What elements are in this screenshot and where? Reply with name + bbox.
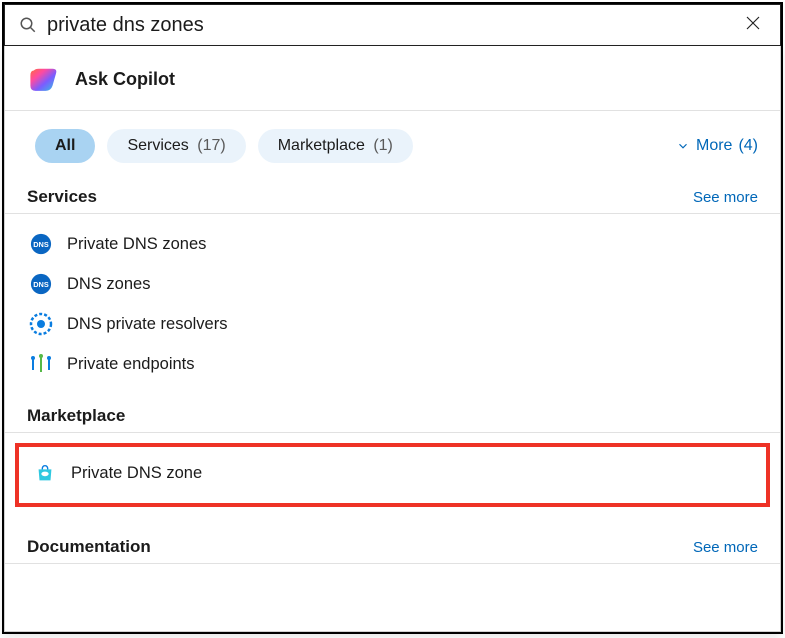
result-private-dns-zone-marketplace[interactable]: Private DNS zone <box>19 453 766 493</box>
filter-pill-all[interactable]: All <box>35 129 95 163</box>
dns-zone-icon: DNS <box>29 272 53 296</box>
copilot-label: Ask Copilot <box>75 69 175 90</box>
section-title: Services <box>27 187 693 207</box>
result-dns-zones[interactable]: DNS DNS zones <box>5 264 780 304</box>
search-dropdown: Ask Copilot All Services (17) Marketplac… <box>4 46 781 632</box>
result-label: DNS zones <box>67 275 150 294</box>
chevron-down-icon <box>676 139 690 153</box>
search-icon <box>19 16 37 34</box>
result-dns-private-resolvers[interactable]: DNS private resolvers <box>5 304 780 344</box>
dns-zone-icon: DNS <box>29 232 53 256</box>
result-private-endpoints[interactable]: Private endpoints <box>5 344 780 384</box>
search-input[interactable] <box>47 12 730 39</box>
filter-more-link[interactable]: More (4) <box>676 137 758 155</box>
filter-pill-services[interactable]: Services (17) <box>107 129 245 163</box>
section-heading: Services See more <box>5 187 780 214</box>
svg-text:DNS: DNS <box>33 280 49 289</box>
search-bar <box>4 4 781 46</box>
private-endpoint-icon <box>29 352 53 376</box>
svg-text:DNS: DNS <box>33 240 49 249</box>
dns-resolver-icon <box>29 312 53 336</box>
result-label: Private DNS zone <box>71 464 202 483</box>
section-services: Services See more DNS Private DNS zones … <box>5 187 780 384</box>
filter-pill-marketplace[interactable]: Marketplace (1) <box>258 129 413 163</box>
result-label: Private DNS zones <box>67 235 206 254</box>
highlighted-result: Private DNS zone <box>15 443 770 507</box>
see-more-link[interactable]: See more <box>693 189 758 206</box>
close-icon[interactable] <box>740 10 766 41</box>
more-label: More <box>696 137 732 155</box>
see-more-link[interactable]: See more <box>693 539 758 556</box>
section-heading: Marketplace <box>5 406 780 433</box>
ask-copilot-row[interactable]: Ask Copilot <box>5 46 780 111</box>
section-heading: Documentation See more <box>5 537 780 564</box>
section-title: Documentation <box>27 537 693 557</box>
marketplace-bag-icon <box>33 461 57 485</box>
section-marketplace: Marketplace Private DNS zone <box>5 406 780 515</box>
more-count: (4) <box>738 137 758 155</box>
pill-count: (1) <box>373 137 393 154</box>
result-label: DNS private resolvers <box>67 315 227 334</box>
section-title: Marketplace <box>27 406 758 426</box>
section-documentation: Documentation See more <box>5 537 780 574</box>
copilot-icon <box>27 62 61 96</box>
filter-pills-row: All Services (17) Marketplace (1) More (… <box>5 111 780 181</box>
result-private-dns-zones[interactable]: DNS Private DNS zones <box>5 224 780 264</box>
result-label: Private endpoints <box>67 355 195 374</box>
pill-label: Marketplace <box>278 137 365 154</box>
pill-label: Services <box>127 137 188 154</box>
pill-count: (17) <box>197 137 225 154</box>
pill-label: All <box>55 137 75 154</box>
